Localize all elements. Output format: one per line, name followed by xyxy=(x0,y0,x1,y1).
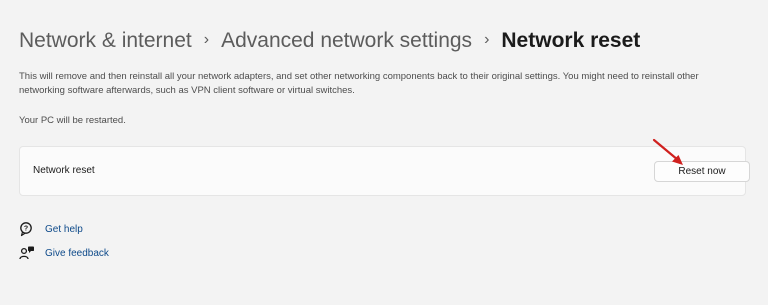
red-arrow-icon xyxy=(652,138,683,165)
give-feedback-row[interactable]: Give feedback xyxy=(19,245,109,261)
breadcrumb: Network & internet › Advanced network se… xyxy=(19,27,640,55)
give-feedback-link[interactable]: Give feedback xyxy=(45,248,109,259)
restart-notice: Your PC will be restarted. xyxy=(19,115,126,126)
network-reset-card: Network reset Reset now xyxy=(19,146,750,196)
chevron-right-icon: › xyxy=(203,31,210,48)
help-chat-icon: ? xyxy=(20,222,32,237)
network-reset-label: Network reset xyxy=(33,165,95,176)
get-help-row[interactable]: ? Get help xyxy=(19,221,83,237)
chevron-right-icon: › xyxy=(484,31,490,48)
breadcrumb-advanced-network-settings[interactable]: Advanced network settings xyxy=(221,27,472,55)
breadcrumb-network-internet[interactable]: Network & internet xyxy=(19,27,192,55)
feedback-person-icon xyxy=(19,246,34,260)
description-text: This will remove and then reinstall all … xyxy=(19,71,699,96)
page-title: Network reset xyxy=(501,29,641,52)
get-help-link[interactable]: Get help xyxy=(45,224,83,235)
svg-text:?: ? xyxy=(24,226,28,233)
